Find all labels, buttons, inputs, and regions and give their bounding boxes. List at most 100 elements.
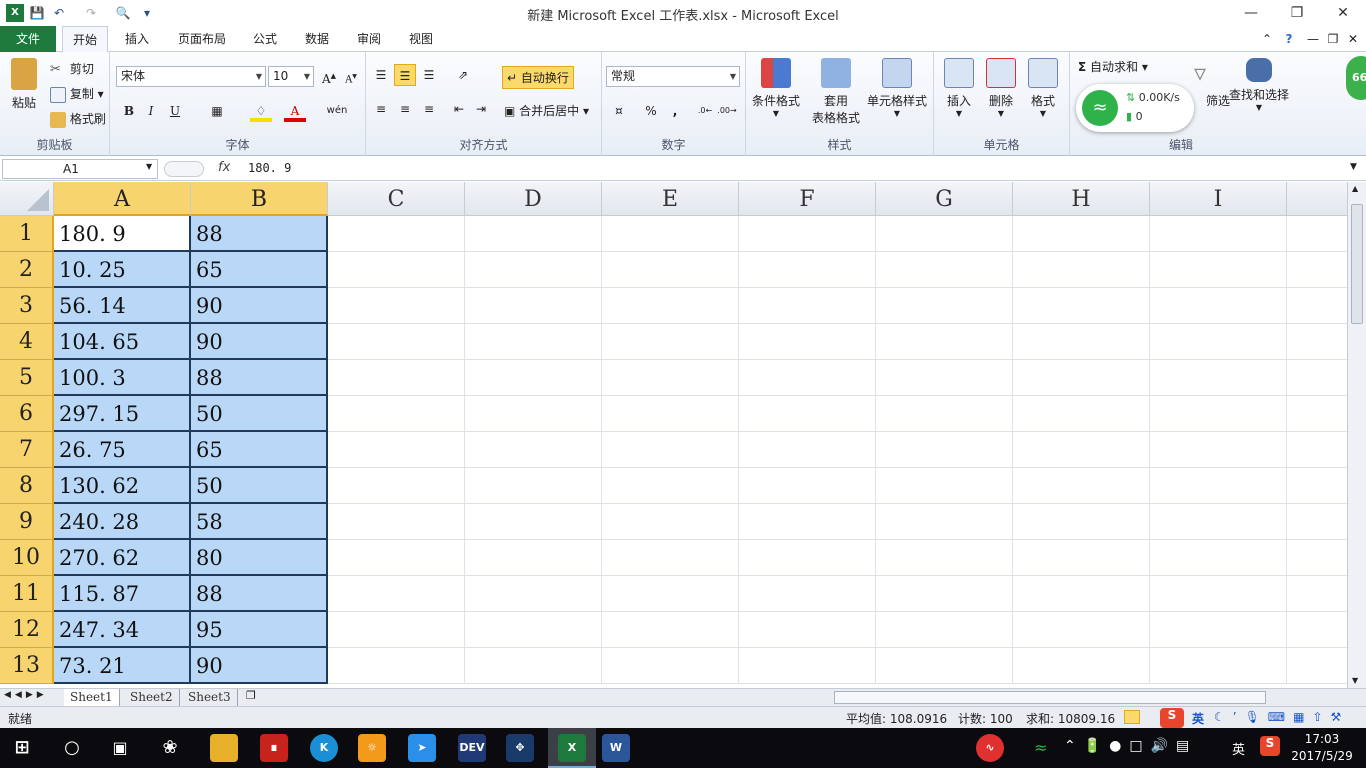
cell-styles-button[interactable]: 单元格样式 ▼	[864, 58, 930, 118]
empty-cell[interactable]	[876, 576, 1013, 612]
empty-cell[interactable]	[739, 648, 876, 684]
align-left-icon[interactable]: ≡	[370, 98, 392, 120]
horizontal-scroll-thumb[interactable]	[834, 691, 1266, 704]
find-select-button[interactable]: 查找和选择 ▼	[1226, 58, 1292, 112]
paste-button[interactable]: 粘贴	[6, 58, 42, 111]
empty-cell[interactable]	[876, 612, 1013, 648]
tray-ime[interactable]: 英	[1232, 739, 1245, 758]
bird-app-icon[interactable]: ➤	[408, 734, 436, 762]
empty-cell[interactable]	[1287, 468, 1347, 504]
increase-decimal-icon[interactable]: .0←	[694, 100, 716, 122]
grow-font-button[interactable]: A▲	[318, 65, 340, 87]
empty-cell[interactable]	[876, 252, 1013, 288]
empty-cell[interactable]	[1013, 468, 1150, 504]
empty-cell[interactable]	[739, 432, 876, 468]
new-sheet-icon[interactable]: ❐	[246, 689, 256, 702]
empty-cell[interactable]	[1150, 432, 1287, 468]
copy-button[interactable]: 复制 ▾	[50, 85, 104, 103]
empty-cell[interactable]	[1150, 612, 1287, 648]
align-center-icon[interactable]: ≡	[394, 98, 416, 120]
empty-cell[interactable]	[1287, 252, 1347, 288]
empty-cell[interactable]	[1287, 360, 1347, 396]
cell-b[interactable]: 88	[191, 216, 328, 252]
ime-toolbar-icons[interactable]: ☾’🎙⌨▦⇧⚒	[1214, 710, 1349, 724]
empty-cell[interactable]	[328, 612, 465, 648]
tab-data[interactable]: 数据	[296, 26, 338, 52]
underline-button[interactable]: U	[164, 100, 186, 122]
empty-cell[interactable]	[465, 576, 602, 612]
excel-taskbar-button[interactable]: X	[548, 728, 596, 768]
empty-cell[interactable]	[1013, 540, 1150, 576]
row-header[interactable]: 8	[0, 468, 54, 504]
empty-cell[interactable]	[602, 648, 739, 684]
empty-cell[interactable]	[465, 540, 602, 576]
doc-restore-icon[interactable]: ❐	[1324, 26, 1342, 52]
tab-review[interactable]: 审阅	[348, 26, 390, 52]
column-header-d[interactable]: D	[465, 182, 602, 216]
empty-cell[interactable]	[465, 612, 602, 648]
cell-a[interactable]: 104. 65	[54, 324, 191, 360]
italic-button[interactable]: I	[140, 100, 162, 122]
network-tool-icon[interactable]: ✥	[506, 734, 534, 762]
empty-cell[interactable]	[328, 504, 465, 540]
empty-cell[interactable]	[1150, 648, 1287, 684]
search-icon[interactable]: ○	[58, 734, 86, 762]
empty-cell[interactable]	[328, 468, 465, 504]
word-taskbar-icon[interactable]: W	[602, 734, 630, 762]
empty-cell[interactable]	[1013, 360, 1150, 396]
font-name-select[interactable]: 宋体 ▼	[116, 66, 266, 87]
insert-cells-button[interactable]: 插入 ▼	[938, 58, 980, 118]
row-header[interactable]: 9	[0, 504, 54, 540]
clock-date[interactable]: 2017/5/29	[1284, 749, 1360, 763]
ribbon-collapse-icon[interactable]: ⌃	[1258, 26, 1276, 52]
empty-cell[interactable]	[1150, 360, 1287, 396]
empty-cell[interactable]	[739, 612, 876, 648]
cell-a[interactable]: 73. 21	[54, 648, 191, 684]
row-header[interactable]: 13	[0, 648, 54, 684]
tray-wifi-icon[interactable]: ≈	[1034, 738, 1047, 757]
format-as-table-button[interactable]: 套用 表格格式	[804, 58, 868, 126]
empty-cell[interactable]	[602, 252, 739, 288]
phonetic-icon[interactable]: wén	[326, 100, 348, 122]
network-speed-widget[interactable]: ≈ ⇅ 0.00K/s ▮ 0	[1076, 84, 1194, 132]
ime-mode[interactable]: 英	[1192, 710, 1204, 727]
merge-center-button[interactable]: ▣ 合并后居中 ▾	[504, 102, 589, 119]
empty-cell[interactable]	[1287, 288, 1347, 324]
empty-cell[interactable]	[602, 216, 739, 252]
empty-cell[interactable]	[1013, 324, 1150, 360]
cell-a[interactable]: 115. 87	[54, 576, 191, 612]
cell-b[interactable]: 65	[191, 432, 328, 468]
empty-cell[interactable]	[328, 252, 465, 288]
cell-b[interactable]: 88	[191, 576, 328, 612]
tray-sogou-icon[interactable]: S	[1260, 736, 1280, 756]
empty-cell[interactable]	[876, 396, 1013, 432]
empty-cell[interactable]	[1013, 396, 1150, 432]
empty-cell[interactable]	[1287, 504, 1347, 540]
number-format-select[interactable]: 常规 ▼	[606, 66, 740, 87]
cell-b[interactable]: 90	[191, 324, 328, 360]
clock-time[interactable]: 17:03	[1290, 732, 1354, 746]
column-header-f[interactable]: F	[739, 182, 876, 216]
empty-cell[interactable]	[602, 504, 739, 540]
empty-cell[interactable]	[1013, 288, 1150, 324]
empty-cell[interactable]	[1013, 648, 1150, 684]
empty-cell[interactable]	[602, 360, 739, 396]
empty-cell[interactable]	[1013, 216, 1150, 252]
empty-cell[interactable]	[328, 396, 465, 432]
conditional-format-button[interactable]: 条件格式 ▼	[748, 58, 804, 118]
cell-b[interactable]: 88	[191, 360, 328, 396]
row-header[interactable]: 6	[0, 396, 54, 432]
empty-cell[interactable]	[1287, 612, 1347, 648]
column-header-c[interactable]: C	[328, 182, 465, 216]
formula-input[interactable]: 180. 9	[248, 161, 291, 175]
sheet-tab-2[interactable]: Sheet2	[124, 689, 180, 706]
empty-cell[interactable]	[465, 360, 602, 396]
tab-file[interactable]: 文件	[0, 26, 56, 52]
empty-cell[interactable]	[1150, 504, 1287, 540]
row-header[interactable]: 4	[0, 324, 54, 360]
align-top-icon[interactable]: ☰	[370, 64, 392, 86]
vertical-scroll-thumb[interactable]	[1351, 204, 1363, 324]
empty-cell[interactable]	[328, 360, 465, 396]
empty-cell[interactable]	[739, 576, 876, 612]
cell-b[interactable]: 50	[191, 468, 328, 504]
